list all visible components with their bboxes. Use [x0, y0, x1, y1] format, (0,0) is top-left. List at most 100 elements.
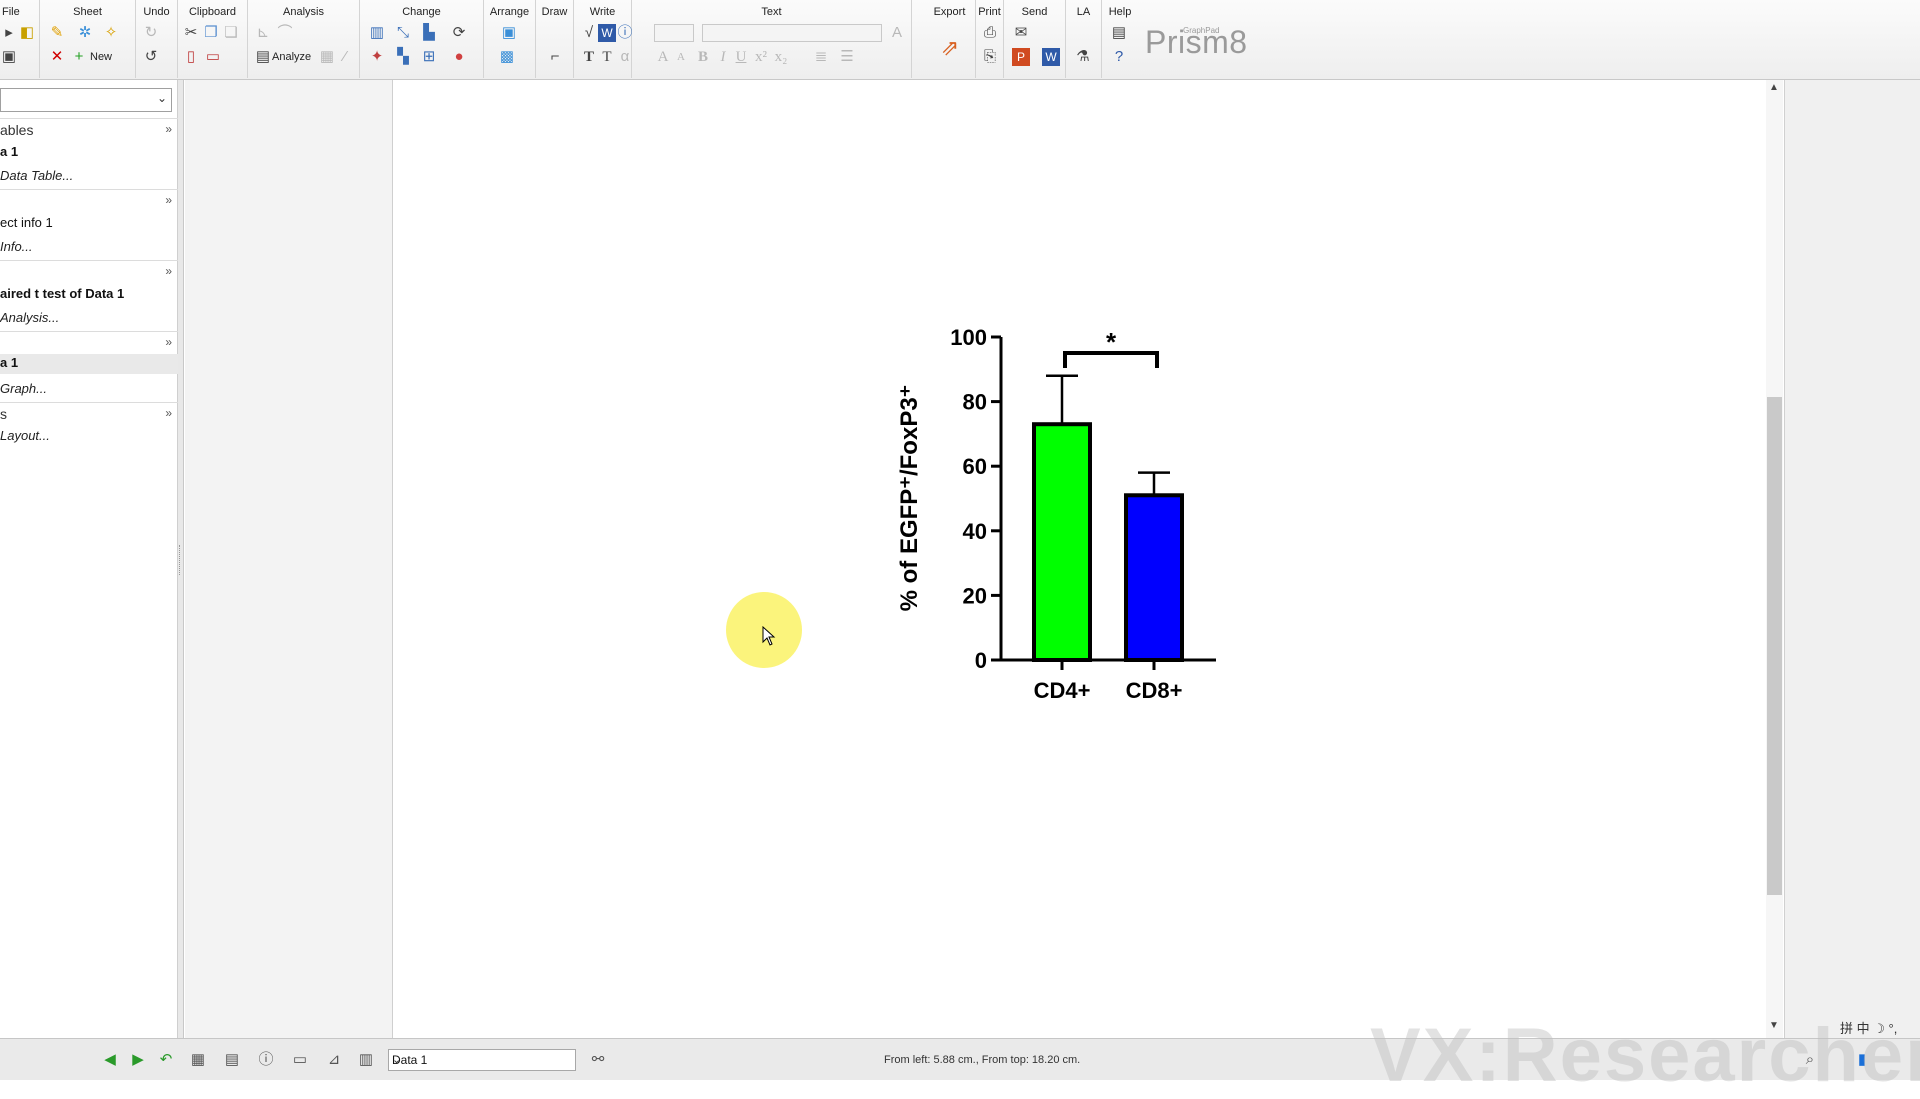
data-table-view-icon[interactable]: ▦	[188, 1050, 208, 1070]
color-scheme-icon[interactable]: ●	[450, 48, 468, 66]
snowflake-icon[interactable]: ✲	[76, 24, 94, 42]
analyze-button[interactable]: Analyze	[272, 49, 311, 65]
font-color-icon[interactable]: A	[888, 24, 906, 42]
text-icon[interactable]: T	[580, 48, 598, 66]
right-panel	[1784, 80, 1920, 1038]
nav-item-t-test[interactable]: aired t test of Data 1	[0, 286, 124, 301]
collapse-icon[interactable]: »	[165, 406, 172, 420]
bold-icon[interactable]: B	[694, 48, 712, 66]
print-preview-icon[interactable]: ⎘	[981, 48, 999, 66]
shrink-font-icon[interactable]: A	[672, 48, 690, 66]
equation-icon[interactable]: √	[580, 24, 598, 42]
graph-view-icon[interactable]: ⊿	[324, 1050, 344, 1070]
save-icon[interactable]: ▣	[0, 48, 18, 66]
delete-sheet-icon[interactable]: ✕	[48, 48, 66, 66]
navigator-panel: ⌄ ables » a 1 Data Table... » ect info 1…	[0, 80, 178, 1038]
word-icon[interactable]: W	[1042, 48, 1060, 66]
nav-section-data-tables[interactable]: ables »	[0, 118, 178, 140]
undo-icon[interactable]: ↺	[142, 48, 160, 66]
list-icon[interactable]: ☰	[838, 48, 856, 66]
collapse-icon[interactable]: »	[165, 335, 172, 349]
bar-chart[interactable]: 0 20 40 60 80 100 % of EGFP⁺/FoxP3⁺ CD4+ CD8+ *	[394, 80, 1767, 1038]
sheet-selector[interactable]: Data 1 ⌄	[388, 1049, 576, 1071]
align-text-icon[interactable]: ≣	[812, 48, 830, 66]
format-axes-icon[interactable]: ⊞	[420, 48, 438, 66]
analyze-icon[interactable]: ▤	[254, 48, 272, 66]
nav-item-new-graph[interactable]: Graph...	[0, 381, 47, 396]
new-button[interactable]: New	[90, 49, 112, 65]
layout-view-icon[interactable]: ▥	[356, 1050, 376, 1070]
axis-icon[interactable]: ⊾	[254, 24, 272, 42]
navigator-combo[interactable]: ⌄	[0, 88, 172, 112]
nav-item-project-info[interactable]: ect info 1	[0, 215, 53, 230]
redo-icon[interactable]: ↻	[142, 24, 160, 42]
nav-section-info[interactable]: »	[0, 189, 178, 211]
nav-item-graph-data-1[interactable]: a 1	[0, 354, 178, 374]
print-icon[interactable]: ⎙	[981, 24, 999, 42]
subscript-icon[interactable]: x₂	[772, 48, 790, 66]
nav-item-new-data-table[interactable]: Data Table...	[0, 168, 73, 183]
italic-icon[interactable]: I	[714, 48, 732, 66]
help-icon[interactable]: ?	[1110, 48, 1128, 66]
pen-icon[interactable]: ⁄	[336, 48, 354, 66]
collapse-icon[interactable]: »	[165, 264, 172, 278]
bars-icon[interactable]: ▙	[420, 24, 438, 42]
email-icon[interactable]: ✉	[1012, 24, 1030, 42]
new-file-icon[interactable]: ◧	[18, 24, 36, 42]
paste-special-icon[interactable]: ❏	[222, 24, 240, 42]
cut-icon[interactable]: ✂	[182, 24, 200, 42]
align-icon[interactable]: ▣	[500, 24, 518, 42]
collapse-icon[interactable]: »	[165, 193, 172, 207]
nav-item-data-1[interactable]: a 1	[0, 144, 18, 159]
format-graph-icon[interactable]: ▚	[394, 48, 412, 66]
lab-archive-icon[interactable]: ⚗	[1074, 48, 1092, 66]
add-icon[interactable]: +	[70, 48, 88, 66]
results-icon[interactable]: ▦	[318, 48, 336, 66]
info-view-icon[interactable]: ⓘ	[256, 1050, 276, 1070]
nav-item-new-layout[interactable]: Layout...	[0, 428, 50, 443]
underline-icon[interactable]: U	[732, 48, 750, 66]
text-group-title: Text	[761, 6, 782, 18]
graph-type-icon[interactable]: ▥	[368, 24, 386, 42]
scroll-up-icon[interactable]: ▲	[1769, 82, 1779, 93]
help-book-icon[interactable]: ▤	[1110, 24, 1128, 42]
clear-icon[interactable]: ▯	[182, 48, 200, 66]
rotate-icon[interactable]: ⟳	[450, 24, 468, 42]
export-icon[interactable]: ⇗	[936, 34, 964, 62]
powerpoint-icon[interactable]: P	[1012, 48, 1030, 66]
paste-icon[interactable]: ▭	[204, 48, 222, 66]
vertical-scrollbar[interactable]: ▲ ▼	[1766, 80, 1783, 1038]
font-name-combo[interactable]	[702, 24, 882, 42]
link-icon[interactable]: ⚯	[588, 1050, 608, 1070]
nav-item-new-info[interactable]: Info...	[0, 239, 33, 254]
nav-section-layouts[interactable]: s »	[0, 402, 178, 424]
splitter-grip[interactable]	[179, 545, 182, 575]
open-icon[interactable]: ▸	[0, 24, 18, 42]
next-sheet-icon[interactable]: ▶	[128, 1050, 148, 1070]
word-object-icon[interactable]: W	[598, 24, 616, 42]
nav-section-results[interactable]: »	[0, 260, 178, 282]
go-back-icon[interactable]: ↶	[156, 1050, 176, 1070]
nav-section-label: ables	[0, 122, 34, 138]
collapse-icon[interactable]: »	[165, 122, 172, 136]
copy-icon[interactable]: ❐	[202, 24, 220, 42]
previous-sheet-icon[interactable]: ◀	[100, 1050, 120, 1070]
table-view-icon[interactable]: ▤	[222, 1050, 242, 1070]
curve-icon[interactable]: ⌒	[276, 24, 294, 42]
scrollbar-thumb[interactable]	[1767, 397, 1782, 895]
magic-icon[interactable]: ✦	[368, 48, 386, 66]
grow-font-icon[interactable]: A	[654, 48, 672, 66]
font-size-combo[interactable]	[654, 24, 694, 42]
scale-icon[interactable]: ⤡	[394, 24, 412, 42]
navigator-splitter[interactable]	[178, 80, 184, 1038]
text-box-icon[interactable]: T	[598, 48, 616, 66]
wand-icon[interactable]: ✧	[102, 24, 120, 42]
highlight-icon[interactable]: ✎	[48, 24, 66, 42]
graph-sheet[interactable]: 0 20 40 60 80 100 % of EGFP⁺/FoxP3⁺ CD4+ CD8+ *	[394, 80, 1767, 1038]
line-icon[interactable]: ⌐	[546, 48, 564, 66]
nav-item-new-analysis[interactable]: Analysis...	[0, 310, 59, 325]
nav-section-graphs[interactable]: »	[0, 331, 178, 353]
superscript-icon[interactable]: x²	[752, 48, 770, 66]
group-icon[interactable]: ▩	[498, 48, 516, 66]
results-view-icon[interactable]: ▭	[290, 1050, 310, 1070]
